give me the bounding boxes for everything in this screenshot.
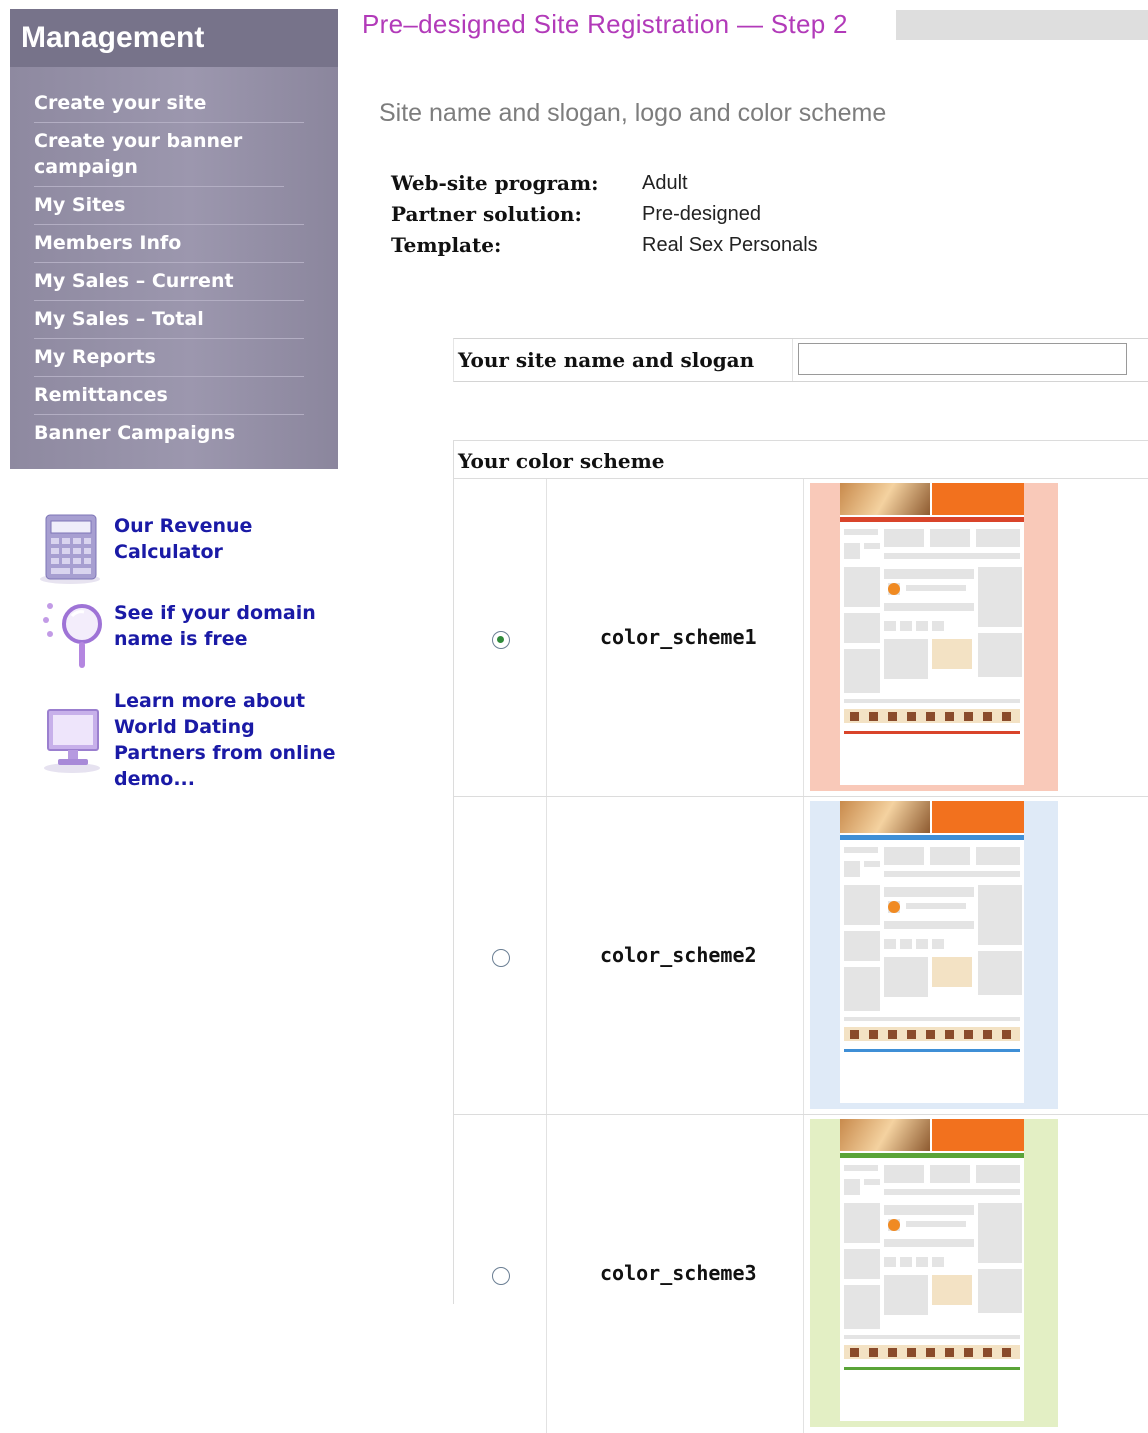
info-label: Web-site program:: [391, 171, 599, 195]
menu-item-sales-total[interactable]: My Sales – Total: [34, 301, 304, 339]
info-label: Partner solution:: [391, 202, 582, 226]
calculator-icon: [40, 514, 100, 584]
color-scheme-row: color_scheme2: [454, 797, 1148, 1115]
info-row: Template: Real Sex Personals: [391, 230, 818, 261]
section-title: Site name and slogan, logo and color sch…: [379, 99, 887, 127]
divider: [803, 479, 804, 796]
color-scheme2-radio[interactable]: [492, 949, 510, 967]
template-preview-image: [840, 1119, 1024, 1421]
divider: [546, 1115, 547, 1433]
magnifier-icon: [43, 603, 102, 668]
menu-item-banner-campaigns[interactable]: Banner Campaigns: [34, 415, 304, 452]
divider: [803, 1115, 804, 1433]
color-scheme-table: Your color scheme color_scheme1 color_sc…: [453, 440, 1148, 1433]
info-row: Partner solution: Pre-designed: [391, 199, 818, 230]
color-scheme-name: color_scheme2: [600, 943, 757, 967]
template-preview-image: [840, 483, 1024, 785]
color-scheme1-radio[interactable]: [492, 631, 510, 649]
promo-domain-check-label[interactable]: See if your domain name is free: [114, 600, 329, 652]
color-scheme-row: color_scheme1: [454, 479, 1148, 797]
management-sidebar: Management Create your site Create your …: [10, 9, 338, 469]
color-scheme-name: color_scheme1: [600, 625, 757, 649]
promo-revenue-calculator[interactable]: Our Revenue Calculator: [38, 513, 264, 585]
site-name-row: Your site name and slogan: [453, 338, 1148, 382]
monitor-icon: [44, 709, 100, 773]
color-scheme3-radio[interactable]: [492, 1267, 510, 1285]
menu-item-remittances[interactable]: Remittances: [34, 377, 304, 415]
template-preview-image: [840, 801, 1024, 1103]
menu-item-my-sites[interactable]: My Sites: [34, 187, 304, 225]
site-name-input[interactable]: [798, 343, 1127, 375]
promo-online-demo-label[interactable]: Learn more about World Dating Partners f…: [114, 688, 344, 792]
site-name-label: Your site name and slogan: [458, 348, 755, 372]
menu-item-create-site[interactable]: Create your site: [34, 85, 304, 123]
divider: [546, 479, 547, 796]
menu-item-my-reports[interactable]: My Reports: [34, 339, 304, 377]
info-value: Pre-designed: [642, 203, 761, 225]
info-value: Real Sex Personals: [642, 234, 818, 256]
color-scheme1-preview[interactable]: [810, 483, 1058, 791]
color-scheme2-preview[interactable]: [810, 801, 1058, 1109]
divider: [803, 797, 804, 1114]
sidebar-title: Management: [10, 9, 338, 67]
registration-info: Web-site program: Adult Partner solution…: [391, 168, 818, 261]
color-scheme-row: color_scheme3: [454, 1115, 1148, 1433]
management-menu: Create your site Create your banner camp…: [10, 67, 338, 452]
promo-revenue-calculator-label[interactable]: Our Revenue Calculator: [114, 513, 264, 565]
color-scheme-name: color_scheme3: [600, 1261, 757, 1285]
info-row: Web-site program: Adult: [391, 168, 818, 199]
menu-item-create-banner-campaign[interactable]: Create your banner campaign: [34, 123, 284, 187]
info-value: Adult: [642, 172, 688, 194]
divider: [792, 339, 793, 381]
color-scheme3-preview[interactable]: [810, 1119, 1058, 1427]
promo-online-demo[interactable]: Learn more about World Dating Partners f…: [38, 688, 344, 792]
menu-item-sales-current[interactable]: My Sales – Current: [34, 263, 304, 301]
promo-domain-check[interactable]: See if your domain name is free: [38, 600, 329, 672]
menu-item-members-info[interactable]: Members Info: [34, 225, 304, 263]
title-bar-filler: [896, 10, 1148, 40]
page-title: Pre–designed Site Registration — Step 2: [362, 9, 848, 39]
info-label: Template:: [391, 233, 502, 257]
color-scheme-header: Your color scheme: [454, 441, 1148, 479]
divider: [546, 797, 547, 1114]
